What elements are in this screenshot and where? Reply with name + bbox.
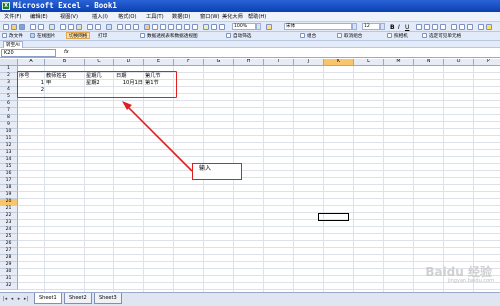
tb-print[interactable]: 打印: [98, 33, 107, 39]
title-bar: X Microsoft Excel - Book1: [0, 0, 500, 12]
drawing-icon[interactable]: [152, 24, 158, 30]
name-box[interactable]: K20: [1, 49, 56, 57]
tb-camera[interactable]: 照相机: [394, 33, 408, 39]
fx-icon[interactable]: fx: [64, 49, 69, 55]
tb-online-image[interactable]: 在线图片: [37, 33, 55, 39]
menu-view[interactable]: 视图(V): [60, 13, 78, 20]
pivot-icon[interactable]: [140, 33, 145, 38]
menu-format[interactable]: 格式(O): [118, 13, 137, 20]
menu-file[interactable]: 文件(F): [4, 13, 21, 20]
copy-icon[interactable]: [68, 24, 74, 30]
sheet-icon[interactable]: [203, 24, 209, 30]
tb-toggle-grid[interactable]: 切换网格: [66, 32, 91, 39]
menu-beautify[interactable]: 美化大师: [222, 13, 243, 20]
sheet-tab-2[interactable]: Sheet2: [64, 293, 92, 304]
align-right-icon[interactable]: [432, 24, 438, 30]
extra-toolbar: 改文件 在线图片 切换网格 打印 数据透视表和数据透视图 自动筛选 组合 取消组…: [0, 32, 500, 41]
print-icon[interactable]: [30, 24, 36, 30]
chevron-down-icon[interactable]: [352, 23, 357, 30]
ai-toolbar: 转至AI: [0, 41, 500, 49]
sheet-tab-3[interactable]: Sheet3: [94, 293, 122, 304]
menu-data[interactable]: 数据(D): [172, 13, 190, 20]
chevron-down-icon[interactable]: [256, 23, 261, 30]
hyperlink-icon[interactable]: [106, 24, 112, 30]
annotation-label: 输入: [192, 163, 242, 180]
color-icon[interactable]: [192, 24, 198, 30]
paste-icon[interactable]: [76, 24, 82, 30]
align-left-icon[interactable]: [416, 24, 422, 30]
percent-icon[interactable]: [459, 24, 465, 30]
undo-icon[interactable]: [87, 24, 93, 30]
prev-icon[interactable]: [160, 24, 166, 30]
autosum-icon[interactable]: [117, 24, 123, 30]
fill-icon[interactable]: [219, 24, 225, 30]
chart-wizard-icon[interactable]: [144, 24, 150, 30]
fill-color-icon[interactable]: [486, 24, 492, 30]
italic-icon[interactable]: I: [398, 24, 400, 31]
tb-pivot[interactable]: 数据透视表和数据透视图: [147, 33, 198, 39]
merge-center-icon[interactable]: [440, 24, 446, 30]
underline-icon[interactable]: U: [405, 24, 409, 31]
group-icon[interactable]: [300, 33, 305, 38]
image-icon[interactable]: [30, 33, 35, 38]
layout-icon[interactable]: [176, 24, 182, 30]
ungroup-icon[interactable]: [337, 33, 342, 38]
last-sheet-icon[interactable]: ▸|: [23, 296, 29, 303]
open-icon[interactable]: [11, 24, 17, 30]
first-sheet-icon[interactable]: |◂: [2, 296, 8, 303]
annotation-arrow: [122, 101, 193, 172]
menu-insert[interactable]: 插入(I): [92, 13, 108, 20]
sheet-tab-bar: |◂ ◂ ▸ ▸| Sheet1 Sheet2 Sheet3: [0, 292, 500, 306]
sort-descending-icon[interactable]: [133, 24, 139, 30]
menu-edit[interactable]: 编辑(E): [30, 13, 48, 20]
menu-window[interactable]: 窗口(W): [200, 13, 220, 20]
select-visible-icon[interactable]: [422, 33, 427, 38]
shapes-icon[interactable]: [184, 24, 190, 30]
redo-icon[interactable]: [95, 24, 101, 30]
bold-icon[interactable]: B: [390, 24, 395, 31]
annotation-arrow-line: [125, 104, 193, 172]
spelling-icon[interactable]: [49, 24, 55, 30]
align-center-icon[interactable]: [424, 24, 430, 30]
cut-icon[interactable]: [60, 24, 66, 30]
print-preview-icon[interactable]: [38, 24, 44, 30]
next-icon[interactable]: [168, 24, 174, 30]
save-icon[interactable]: [19, 24, 25, 30]
currency-icon[interactable]: [451, 24, 457, 30]
excel-icon[interactable]: X: [2, 2, 10, 10]
menu-tools[interactable]: 工具(T): [146, 13, 164, 20]
formula-bar: K20 fx: [0, 48, 500, 58]
tb-change-file[interactable]: 改文件: [9, 33, 23, 39]
tb-autofilter[interactable]: 自动筛选: [233, 33, 251, 39]
tb-select-visible[interactable]: 选定可见单元格: [429, 33, 461, 39]
sort-ascending-icon[interactable]: [125, 24, 131, 30]
standard-toolbar: 100% 宋体 12 B I U: [0, 22, 500, 32]
filter-icon[interactable]: [226, 33, 231, 38]
menu-bar: 文件(F) 编辑(E) 视图(V) 插入(I) 格式(O) 工具(T) 数据(D…: [0, 12, 500, 22]
font-name-select[interactable]: 宋体: [284, 23, 352, 30]
font-size-select[interactable]: 12: [362, 23, 380, 30]
window-title: Microsoft Excel - Book1: [13, 1, 117, 10]
sheet-tab-1[interactable]: Sheet1: [34, 293, 62, 304]
table-icon[interactable]: [211, 24, 217, 30]
chevron-down-icon[interactable]: [380, 23, 385, 30]
borders-icon[interactable]: [478, 24, 484, 30]
camera-icon[interactable]: [387, 33, 392, 38]
help-icon[interactable]: [266, 24, 272, 30]
next-sheet-icon[interactable]: ▸: [16, 296, 22, 303]
menu-help[interactable]: 帮助(H): [248, 13, 266, 20]
comma-icon[interactable]: [467, 24, 473, 30]
watermark-url: jingyan.baidu.com: [447, 278, 494, 284]
spreadsheet-grid[interactable]: ABCDEFGHIJKLMNOP 1 2 3 4 5 6 7 8 9 10 11 12 13 14 15 16…: [0, 59, 500, 292]
prev-sheet-icon[interactable]: ◂: [9, 296, 15, 303]
tb-ungroup[interactable]: 取消组合: [344, 33, 362, 39]
file-icon[interactable]: [2, 33, 7, 38]
zoom-select[interactable]: 100%: [232, 23, 256, 30]
new-icon[interactable]: [3, 24, 9, 30]
tb-group[interactable]: 组合: [307, 33, 316, 39]
